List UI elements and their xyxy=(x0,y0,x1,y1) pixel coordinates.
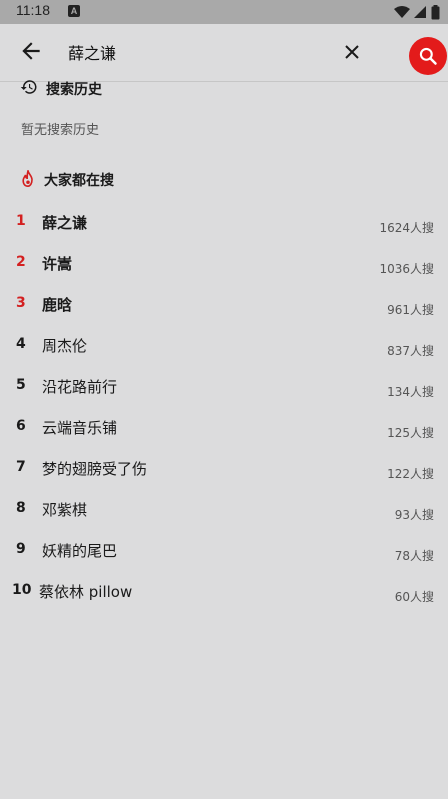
hot-name: 蔡依林 pillow xyxy=(39,583,133,601)
hot-count: 1624人搜 xyxy=(379,221,434,235)
hot-rank: 6 xyxy=(16,418,26,434)
hot-rank: 9 xyxy=(16,541,26,557)
history-icon xyxy=(20,80,37,94)
hot-name: 许嵩 xyxy=(42,255,73,273)
hot-count: 125人搜 xyxy=(387,426,434,440)
wifi-icon xyxy=(394,6,410,18)
hot-name: 沿花路前行 xyxy=(42,378,118,396)
hot-count: 961人搜 xyxy=(387,303,434,317)
cell-signal-icon xyxy=(414,6,426,18)
search-button[interactable] xyxy=(409,37,447,75)
hot-item-6[interactable]: 6 云端音乐铺 125人搜 xyxy=(0,418,448,452)
hot-rank: 4 xyxy=(16,336,26,352)
hot-count: 837人搜 xyxy=(387,344,434,358)
hot-count: 60人搜 xyxy=(394,590,434,604)
notification-icon: A xyxy=(68,5,80,17)
hot-rank: 2 xyxy=(16,254,26,270)
hot-item-10[interactable]: 10 蔡依林 pillow 60人搜 xyxy=(0,582,448,616)
hot-name: 妖精的尾巴 xyxy=(42,542,118,560)
hot-item-1[interactable]: 1 薛之谦 1624人搜 xyxy=(0,213,448,247)
hot-item-8[interactable]: 8 邓紫棋 93人搜 xyxy=(0,500,448,534)
search-input[interactable]: 薛之谦 xyxy=(68,40,116,64)
status-time: 11:18 xyxy=(16,2,50,18)
hot-count: 134人搜 xyxy=(387,385,434,399)
hot-item-7[interactable]: 7 梦的翅膀受了伤 122人搜 xyxy=(0,459,448,493)
hot-item-9[interactable]: 9 妖精的尾巴 78人搜 xyxy=(0,541,448,575)
hot-count: 78人搜 xyxy=(394,549,434,563)
history-empty-text: 暂无搜索历史 xyxy=(21,123,100,138)
hot-rank: 8 xyxy=(16,500,26,516)
hot-rank: 1 xyxy=(16,213,26,229)
hot-item-3[interactable]: 3 鹿晗 961人搜 xyxy=(0,295,448,329)
hot-title: 大家都在搜 xyxy=(44,173,114,189)
hot-name: 邓紫棋 xyxy=(42,501,88,519)
status-bar: 11:18 A xyxy=(0,0,448,24)
hot-count: 1036人搜 xyxy=(379,262,434,276)
hot-name: 鹿晗 xyxy=(42,296,73,314)
hot-name: 云端音乐铺 xyxy=(42,419,118,437)
history-title: 搜索历史 xyxy=(46,82,102,98)
search-bar: 薛之谦 xyxy=(0,24,448,82)
fire-icon xyxy=(22,170,33,188)
hot-item-5[interactable]: 5 沿花路前行 134人搜 xyxy=(0,377,448,411)
hot-count: 122人搜 xyxy=(387,467,434,481)
hot-name: 薛之谦 xyxy=(42,214,88,232)
clear-icon[interactable] xyxy=(340,40,364,64)
hot-item-2[interactable]: 2 许嵩 1036人搜 xyxy=(0,254,448,288)
hot-rank: 10 xyxy=(12,582,32,598)
hot-count: 93人搜 xyxy=(394,508,434,522)
back-arrow-icon[interactable] xyxy=(18,38,44,64)
battery-icon xyxy=(431,5,440,20)
search-icon xyxy=(419,47,437,65)
hot-item-4[interactable]: 4 周杰伦 837人搜 xyxy=(0,336,448,370)
hot-name: 梦的翅膀受了伤 xyxy=(42,460,148,478)
hot-rank: 7 xyxy=(16,459,26,475)
hot-rank: 3 xyxy=(16,295,26,311)
hot-name: 周杰伦 xyxy=(42,337,88,355)
hot-rank: 5 xyxy=(16,377,26,393)
